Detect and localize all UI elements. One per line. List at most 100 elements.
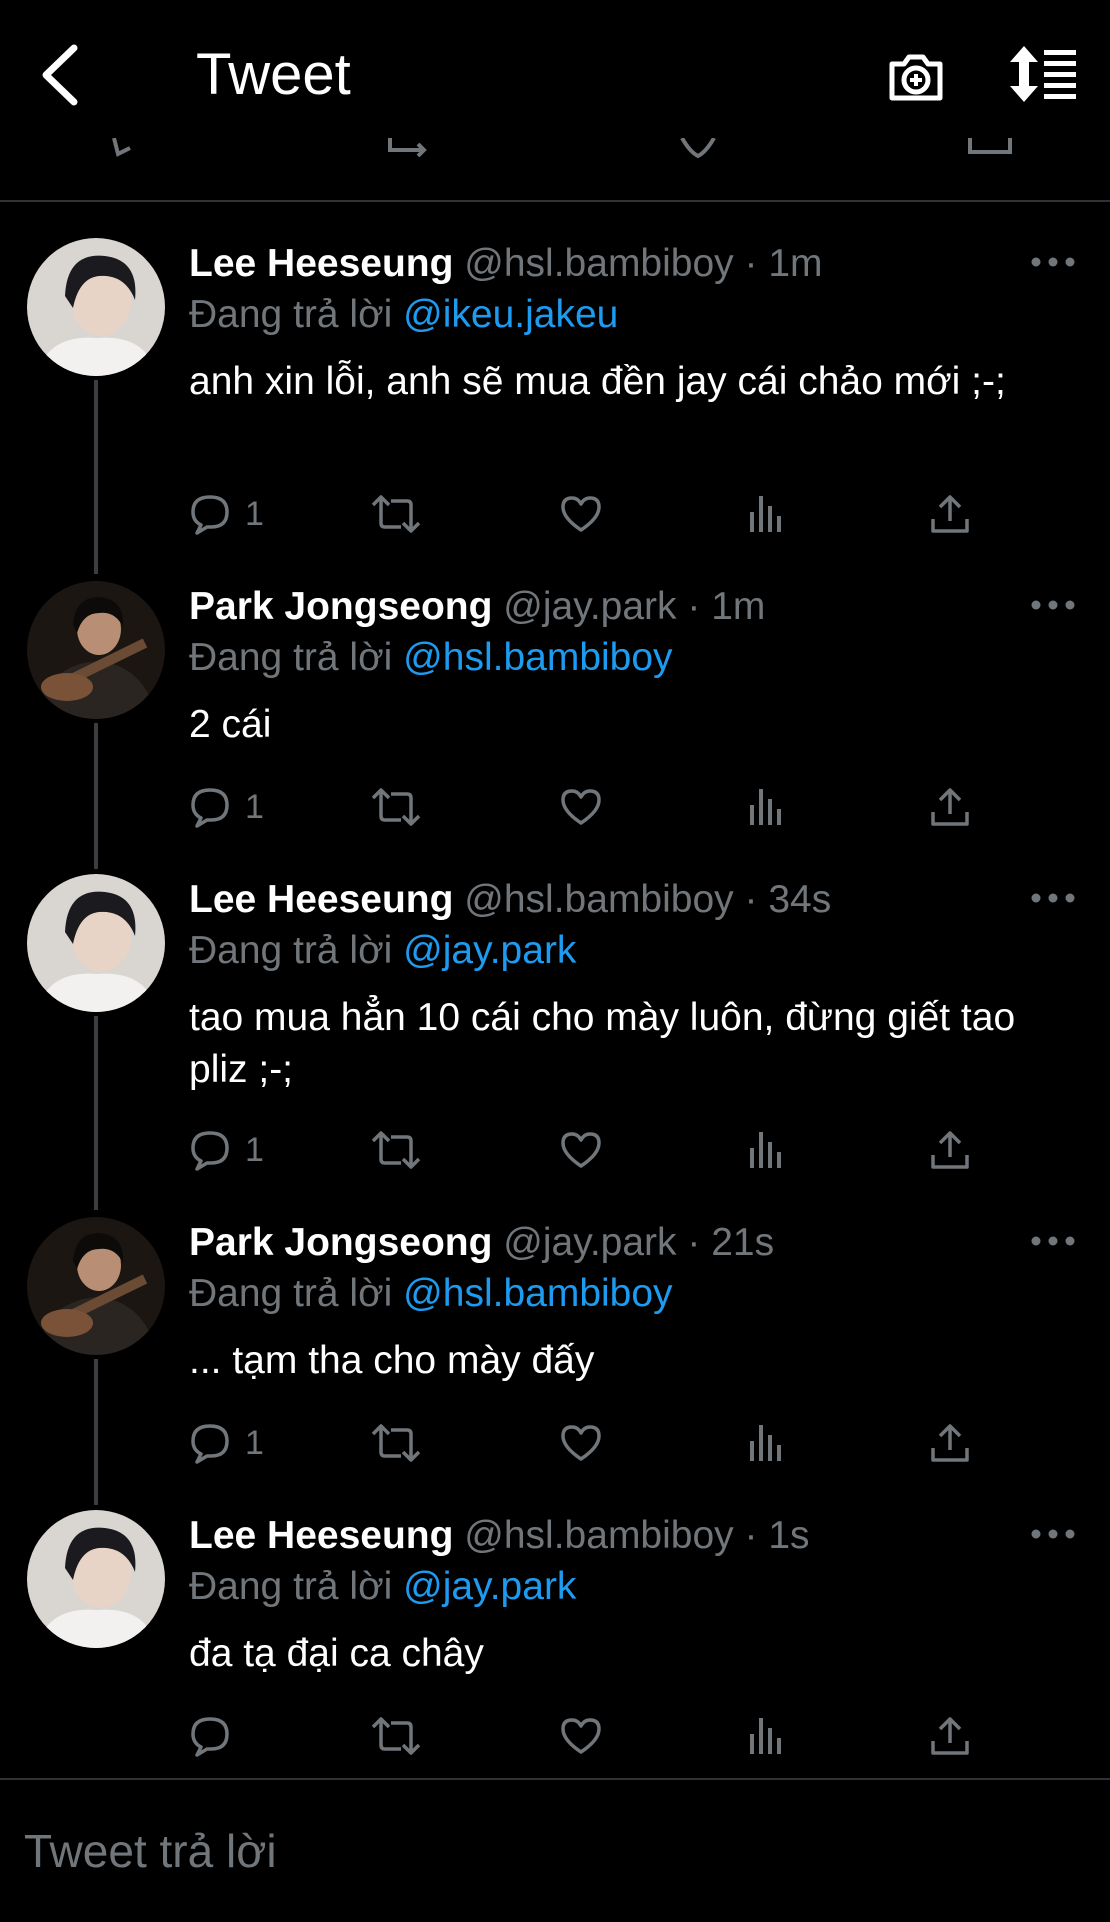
- replying-to: Đang trả lời @jay.park: [189, 1561, 576, 1613]
- reply-icon: [191, 1131, 229, 1171]
- share-icon: [931, 788, 969, 826]
- reply-tweet[interactable]: Lee Heeseung @hsl.bambiboy · 34s Đang tr…: [0, 874, 1110, 1210]
- reply-count: 1: [245, 1130, 264, 1169]
- tweet-header: Lee Heeseung @hsl.bambiboy · 1s: [189, 1510, 810, 1562]
- timestamp: · 1s: [744, 1514, 810, 1557]
- avatar[interactable]: [27, 1510, 165, 1648]
- retweet-icon: [371, 495, 421, 533]
- chevron-left-icon[interactable]: [38, 42, 82, 108]
- thread-line: [94, 380, 98, 574]
- analytics-button[interactable]: [747, 488, 785, 540]
- replying-label: Đang trả lời: [189, 1565, 393, 1608]
- thread-line: [94, 1016, 98, 1210]
- timestamp: · 21s: [687, 1221, 775, 1264]
- reply-composer: [0, 1778, 1110, 1922]
- replying-label: Đang trả lời: [189, 293, 393, 336]
- more-options-icon[interactable]: [1030, 593, 1076, 617]
- more-options-icon[interactable]: [1030, 1229, 1076, 1253]
- like-icon: [561, 1718, 601, 1754]
- reply-button[interactable]: 1: [189, 1124, 264, 1176]
- action-bar: 1: [189, 1124, 1069, 1176]
- reply-icon: [191, 1717, 229, 1757]
- action-bar: 1: [189, 488, 1069, 540]
- reply-tweet[interactable]: Lee Heeseung @hsl.bambiboy · 1s Đang trả…: [0, 1510, 1110, 1770]
- like-icon: [561, 496, 601, 532]
- like-button[interactable]: [559, 1710, 603, 1762]
- analytics-icon: [750, 789, 781, 825]
- mention-link[interactable]: @ikeu.jakeu: [403, 293, 618, 336]
- display-name[interactable]: Lee Heeseung: [189, 242, 453, 285]
- share-button[interactable]: [929, 488, 971, 540]
- like-icon: [561, 1132, 601, 1168]
- like-button[interactable]: [559, 1124, 603, 1176]
- reply-tweet[interactable]: Lee Heeseung @hsl.bambiboy · 1m Đang trả…: [0, 238, 1110, 574]
- reply-button[interactable]: 1: [189, 488, 264, 540]
- like-button[interactable]: [559, 488, 603, 540]
- reply-icon: [191, 495, 229, 535]
- analytics-button[interactable]: [747, 1710, 785, 1762]
- analytics-button[interactable]: [747, 1124, 785, 1176]
- mention-link[interactable]: @jay.park: [403, 1565, 576, 1608]
- tweet-text: 2 cái: [189, 703, 272, 746]
- user-handle: @hsl.bambiboy: [464, 878, 734, 921]
- analytics-icon: [750, 496, 781, 532]
- avatar[interactable]: [27, 874, 165, 1012]
- reply-button[interactable]: 1: [189, 781, 264, 833]
- user-handle: @jay.park: [503, 585, 677, 628]
- share-icon: [931, 1717, 969, 1755]
- share-button[interactable]: [929, 1710, 971, 1762]
- replying-label: Đang trả lời: [189, 929, 393, 972]
- share-button[interactable]: [929, 1124, 971, 1176]
- more-options-icon[interactable]: [1030, 250, 1076, 274]
- display-name[interactable]: Park Jongseong: [189, 1221, 492, 1264]
- reply-button[interactable]: 1: [189, 1417, 264, 1469]
- user-handle: @jay.park: [503, 1221, 677, 1264]
- timestamp: · 1m: [744, 242, 823, 285]
- analytics-button[interactable]: [747, 1417, 785, 1469]
- avatar[interactable]: [27, 238, 165, 376]
- share-icon: [931, 495, 969, 533]
- more-options-icon[interactable]: [1030, 886, 1076, 910]
- reply-tweet[interactable]: Park Jongseong @jay.park · 21s Đang trả …: [0, 1217, 1110, 1505]
- avatar[interactable]: [27, 581, 165, 719]
- mention-link[interactable]: @hsl.bambiboy: [403, 636, 672, 679]
- retweet-button[interactable]: [369, 1417, 423, 1469]
- share-button[interactable]: [929, 1417, 971, 1469]
- retweet-icon: [371, 1424, 421, 1462]
- retweet-button[interactable]: [369, 488, 423, 540]
- mention-link[interactable]: @jay.park: [403, 929, 576, 972]
- replying-to: Đang trả lời @hsl.bambiboy: [189, 1268, 673, 1320]
- action-bar: [189, 1710, 1069, 1762]
- like-icon: [561, 789, 601, 825]
- sort-icon[interactable]: [1010, 46, 1080, 102]
- replying-to: Đang trả lời @jay.park: [189, 925, 576, 977]
- retweet-button[interactable]: [369, 1124, 423, 1176]
- replying-to: Đang trả lời @hsl.bambiboy: [189, 632, 673, 684]
- retweet-icon: [371, 788, 421, 826]
- retweet-button[interactable]: [369, 781, 423, 833]
- camera-plus-icon[interactable]: [886, 46, 946, 106]
- analytics-button[interactable]: [747, 781, 785, 833]
- reply-input[interactable]: [22, 1810, 1086, 1892]
- analytics-icon: [750, 1132, 781, 1168]
- thread-line: [94, 1359, 98, 1505]
- replying-label: Đang trả lời: [189, 636, 393, 679]
- thread-line: [94, 723, 98, 869]
- like-button[interactable]: [559, 781, 603, 833]
- share-button[interactable]: [929, 781, 971, 833]
- more-options-icon[interactable]: [1030, 1522, 1076, 1546]
- top-bar: Tweet: [0, 0, 1110, 202]
- replying-label: Đang trả lời: [189, 1272, 393, 1315]
- display-name[interactable]: Park Jongseong: [189, 585, 492, 628]
- mention-link[interactable]: @hsl.bambiboy: [403, 1272, 672, 1315]
- reply-button[interactable]: [189, 1710, 245, 1762]
- display-name[interactable]: Lee Heeseung: [189, 1514, 453, 1557]
- retweet-button[interactable]: [369, 1710, 423, 1762]
- reply-tweet[interactable]: Park Jongseong @jay.park · 1m Đang trả l…: [0, 581, 1110, 869]
- display-name[interactable]: Lee Heeseung: [189, 878, 453, 921]
- avatar[interactable]: [27, 1217, 165, 1355]
- like-button[interactable]: [559, 1417, 603, 1469]
- reply-count: 1: [245, 1423, 264, 1462]
- reply-icon: [191, 1424, 229, 1464]
- tweet-text: tao mua hẳn 10 cái cho mày luôn, đừng gi…: [189, 996, 1016, 1091]
